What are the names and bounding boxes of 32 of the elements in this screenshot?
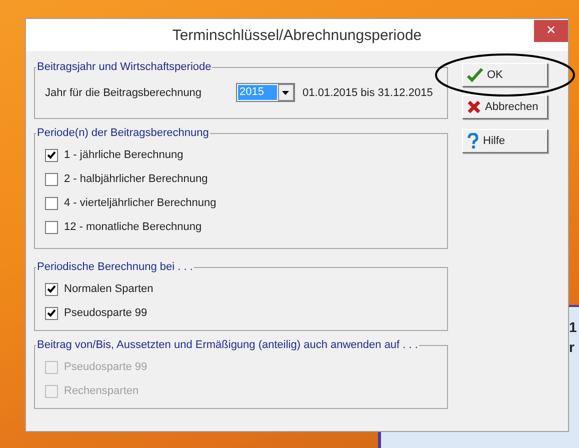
help-button[interactable]: Hilfe (462, 129, 548, 153)
date-range: 01.01.2015 bis 31.12.2015 (302, 86, 433, 98)
group-title: Periodische Berechnung bei . . . (36, 261, 194, 273)
checkbox[interactable] (45, 220, 58, 234)
caret-icon (282, 90, 290, 94)
help-icon (467, 133, 479, 149)
cancel-button[interactable]: Abbrechen (462, 95, 548, 119)
close-button[interactable]: × (534, 20, 568, 42)
checkbox-label: 2 - halbjährlicher Berechnung (64, 173, 208, 185)
check-icon (467, 68, 483, 82)
background-text: r (569, 339, 574, 355)
checkbox-label: Pseudosparte 99 (64, 307, 148, 319)
group-title: Beitrag von/Bis, Aussetzten und Ermäßigung (anteilig) auch anwenden auf . . . (36, 339, 419, 351)
x-icon (467, 100, 481, 114)
checkbox[interactable] (45, 148, 58, 162)
background-text: 1 (569, 319, 577, 335)
checkbox-label: 12 - monatliche Berechnung (64, 221, 202, 233)
checkbox[interactable] (45, 282, 58, 296)
dropdown-button[interactable] (278, 84, 294, 101)
checkbox[interactable] (45, 306, 58, 320)
field-label: Jahr für die Beitragsberechnung (45, 86, 202, 98)
group-title: Periode(n) der Beitragsberechnung (36, 127, 210, 139)
checkbox-label: Pseudosparte 99 (64, 361, 148, 373)
checkbox-label: Rechensparten (64, 385, 139, 397)
ok-button[interactable]: OK (462, 63, 548, 87)
group-title: Beitragsjahr und Wirtschaftsperiode (36, 61, 212, 73)
checkbox[interactable] (45, 172, 58, 186)
window-title: Terminschlüssel/Abrechnungsperiode (172, 26, 422, 44)
checkbox-label: 1 - jährliche Berechnung (64, 149, 184, 161)
checkbox-label: 4 - vierteljährlicher Berechnung (64, 197, 216, 209)
checkbox-label: Normalen Sparten (64, 283, 154, 295)
checkbox[interactable] (45, 196, 58, 210)
